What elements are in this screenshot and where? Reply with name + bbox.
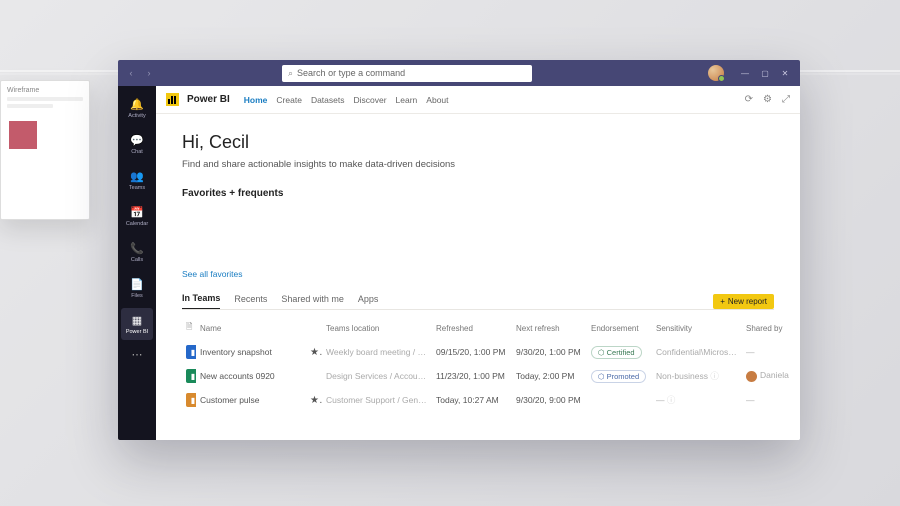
minimize-button[interactable]: — xyxy=(736,64,754,82)
rail-more[interactable]: ⋯ xyxy=(128,344,147,365)
favorites-heading: Favorites + frequents xyxy=(182,188,774,199)
background-window: Wireframe xyxy=(0,80,90,220)
rail-activity[interactable]: 🔔Activity xyxy=(121,92,153,124)
bell-icon: 🔔 xyxy=(130,97,144,111)
settings-icon[interactable]: ⚙ xyxy=(763,94,772,105)
maximize-button[interactable]: ▢ xyxy=(756,64,774,82)
cell-shared: Daniela xyxy=(742,364,800,388)
listtab-in-teams[interactable]: In Teams xyxy=(182,293,220,310)
report-table: 🗎 Name Teams location Refreshed Next ref… xyxy=(182,316,800,412)
rail-powerbi[interactable]: ▦Power BI xyxy=(121,308,153,340)
nav-arrows: ‹ › xyxy=(124,66,156,80)
expand-icon[interactable]: ⤢ xyxy=(782,94,790,105)
teams-window: ‹ › ⌕ Search or type a command — ▢ ✕ 🔔Ac… xyxy=(118,60,800,440)
greeting: Hi, Cecil xyxy=(182,132,774,153)
refresh-icon[interactable]: ⟳ xyxy=(745,94,753,105)
calendar-icon: 📅 xyxy=(130,205,144,219)
powerbi-logo-icon xyxy=(166,93,179,106)
col-location[interactable]: Teams location xyxy=(322,316,432,340)
search-placeholder: Search or type a command xyxy=(297,68,405,78)
star-icon[interactable] xyxy=(306,364,322,388)
star-icon[interactable]: ★ xyxy=(306,340,322,364)
col-endorsement[interactable]: Endorsement xyxy=(587,316,652,340)
table-header-row: 🗎 Name Teams location Refreshed Next ref… xyxy=(182,316,800,340)
title-bar: ‹ › ⌕ Search or type a command — ▢ ✕ xyxy=(118,60,800,86)
cell-next: 9/30/20, 9:00 PM xyxy=(512,388,587,412)
cell-refreshed: Today, 10:27 AM xyxy=(432,388,512,412)
col-refreshed[interactable]: Refreshed xyxy=(432,316,512,340)
cell-location: Customer Support / General xyxy=(322,388,432,412)
col-doc-icon: 🗎 xyxy=(182,316,196,340)
teams-icon: 👥 xyxy=(130,169,144,183)
endorsement-badge: ⬡ Certified xyxy=(591,346,642,359)
cell-sensitivity: Non-business ⓘ xyxy=(652,364,742,388)
list-tabs: In Teams Recents Shared with me Apps + N… xyxy=(182,293,774,310)
col-next[interactable]: Next refresh xyxy=(512,316,587,340)
report-icon: ▮ xyxy=(186,393,196,407)
powerbi-header: Power BI Home Create Datasets Discover L… xyxy=(156,86,800,114)
rail-calls[interactable]: 📞Calls xyxy=(121,236,153,268)
cell-endorsement: ⬡ Certified xyxy=(587,340,652,364)
forward-icon[interactable]: › xyxy=(142,66,156,80)
cell-shared: — xyxy=(742,340,800,364)
endorsement-badge: ⬡ Promoted xyxy=(591,370,646,383)
close-button[interactable]: ✕ xyxy=(776,64,794,82)
rail-calendar[interactable]: 📅Calendar xyxy=(121,200,153,232)
cell-next: 9/30/20, 1:00 PM xyxy=(512,340,587,364)
phone-icon: 📞 xyxy=(130,241,144,255)
app-rail: 🔔Activity 💬Chat 👥Teams 📅Calendar 📞Calls … xyxy=(118,86,156,440)
page: Power BI Home Create Datasets Discover L… xyxy=(156,86,800,440)
table-row[interactable]: ▮Customer pulse★Customer Support / Gener… xyxy=(182,388,800,412)
tab-about[interactable]: About xyxy=(426,95,448,105)
cell-name: Inventory snapshot xyxy=(196,340,306,364)
file-icon: 📄 xyxy=(130,277,144,291)
cell-endorsement xyxy=(587,388,652,412)
chat-icon: 💬 xyxy=(130,133,144,147)
cell-sensitivity: — ⓘ xyxy=(652,388,742,412)
col-sensitivity[interactable]: Sensitivity xyxy=(652,316,742,340)
see-all-link[interactable]: See all favorites xyxy=(182,269,774,279)
cell-name: New accounts 0920 xyxy=(196,364,306,388)
subtitle: Find and share actionable insights to ma… xyxy=(182,159,774,170)
tab-datasets[interactable]: Datasets xyxy=(311,95,345,105)
tab-learn[interactable]: Learn xyxy=(396,95,418,105)
report-icon: ▮ xyxy=(186,369,196,383)
cell-sensitivity: Confidential\Microsof… ⓘ xyxy=(652,340,742,364)
rail-chat[interactable]: 💬Chat xyxy=(121,128,153,160)
avatar-icon xyxy=(746,371,757,382)
tab-home[interactable]: Home xyxy=(244,95,268,105)
content: Hi, Cecil Find and share actionable insi… xyxy=(156,114,800,440)
table-row[interactable]: ▮Inventory snapshot★Weekly board meeting… xyxy=(182,340,800,364)
col-shared[interactable]: Shared by xyxy=(742,316,800,340)
cell-location: Design Services / Accounts xyxy=(322,364,432,388)
listtab-shared[interactable]: Shared with me xyxy=(281,294,344,309)
powerbi-icon: ▦ xyxy=(130,313,144,327)
cell-next: Today, 2:00 PM xyxy=(512,364,587,388)
rail-files[interactable]: 📄Files xyxy=(121,272,153,304)
listtab-recents[interactable]: Recents xyxy=(234,294,267,309)
new-report-button[interactable]: + New report xyxy=(713,294,774,309)
star-icon[interactable]: ★ xyxy=(306,388,322,412)
tab-create[interactable]: Create xyxy=(276,95,302,105)
report-icon: ▮ xyxy=(186,345,196,359)
powerbi-tabs: Home Create Datasets Discover Learn Abou… xyxy=(244,95,449,105)
tab-discover[interactable]: Discover xyxy=(353,95,386,105)
cell-refreshed: 11/23/20, 1:00 PM xyxy=(432,364,512,388)
listtab-apps[interactable]: Apps xyxy=(358,294,379,309)
cell-name: Customer pulse xyxy=(196,388,306,412)
rail-teams[interactable]: 👥Teams xyxy=(121,164,153,196)
user-avatar[interactable] xyxy=(708,65,724,81)
cell-refreshed: 09/15/20, 1:00 PM xyxy=(432,340,512,364)
back-icon[interactable]: ‹ xyxy=(124,66,138,80)
col-name[interactable]: Name xyxy=(196,316,306,340)
search-icon: ⌕ xyxy=(288,68,293,79)
cell-endorsement: ⬡ Promoted xyxy=(587,364,652,388)
table-row[interactable]: ▮New accounts 0920 Design Services / Acco… xyxy=(182,364,800,388)
cell-location: Weekly board meeting / General xyxy=(322,340,432,364)
app-title: Power BI xyxy=(187,94,230,105)
search-input[interactable]: ⌕ Search or type a command xyxy=(282,65,532,82)
cell-shared: — xyxy=(742,388,800,412)
